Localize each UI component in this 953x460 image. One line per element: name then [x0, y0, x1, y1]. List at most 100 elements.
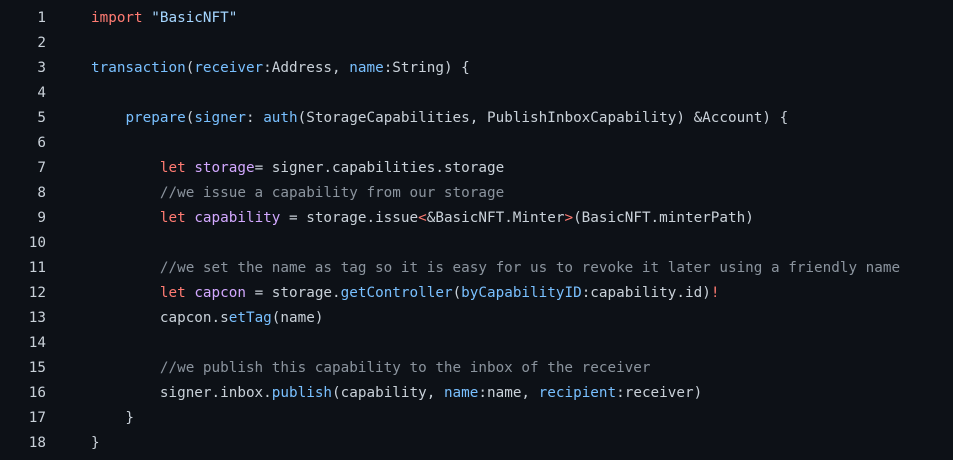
code-token: :Address, [263, 60, 350, 76]
code-token: signer.inbox. [159, 385, 272, 401]
code-token: let [159, 160, 195, 176]
code-token: :String) { [383, 60, 470, 76]
code-token: } [91, 410, 135, 426]
line-number: 11 [28, 260, 46, 276]
code-text: let capability = storage.issue<&BasicNFT… [46, 206, 754, 231]
line-number: 18 [28, 435, 46, 451]
code-text: //we publish this capability to the inbo… [46, 356, 651, 381]
code-token: &BasicNFT.Minter [426, 210, 565, 226]
code-text: transaction(receiver:Address, name:Strin… [46, 56, 470, 81]
line-number: 10 [28, 235, 46, 251]
code-line[interactable]: 18} [0, 431, 953, 456]
code-token: ( [185, 60, 195, 76]
line-number: 8 [37, 185, 46, 201]
code-token: //we publish this capability to the inbo… [159, 360, 651, 376]
code-editor[interactable]: 1 import "BasicNFT" 2 3 transaction(receiver… [0, 0, 953, 460]
code-line[interactable]: 8 //we issue a capability from our stora… [0, 181, 953, 206]
code-line[interactable]: 16 signer.inbox.publish(capability, name… [0, 381, 953, 406]
line-number: 12 [28, 285, 46, 301]
code-line[interactable]: 13 capcon.setTag(name) [0, 306, 953, 331]
code-line[interactable]: 10 [0, 231, 953, 256]
code-text: //we issue a capability from our storage [46, 181, 504, 206]
code-line[interactable]: 12 let capcon = storage.getController(by… [0, 281, 953, 306]
line-number: 4 [37, 85, 46, 101]
code-token: (StorageCapabilities, PublishInboxCapabi… [297, 110, 789, 126]
code-text: let storage= signer.capabilities.storage [46, 156, 504, 181]
line-number: 2 [37, 35, 46, 51]
line-number: 15 [28, 360, 46, 376]
code-line[interactable]: 14 [0, 331, 953, 356]
code-token: > [564, 210, 574, 226]
code-token: capcon.s [159, 310, 229, 326]
code-line[interactable]: 11 //we set the name as tag so it is eas… [0, 256, 953, 281]
code-token: :receiver) [616, 385, 703, 401]
code-token: :capability.id) [581, 285, 711, 301]
code-token: name [443, 385, 479, 401]
code-line[interactable]: 9 let capability = storage.issue<&BasicN… [0, 206, 953, 231]
code-line[interactable]: 7 let storage= signer.capabilities.stora… [0, 156, 953, 181]
code-token: getController [340, 285, 453, 301]
code-token: (name) [271, 310, 324, 326]
code-text: prepare(signer: auth(StorageCapabilities… [46, 106, 788, 131]
code-text: } [46, 431, 100, 456]
code-token: //we issue a capability from our storage [159, 185, 505, 201]
line-number: 17 [28, 410, 46, 426]
code-token: < [418, 210, 427, 226]
code-token: = signer.capabilities.storage [254, 160, 505, 176]
code-token: recipient [538, 385, 617, 401]
line-number: 16 [28, 385, 46, 401]
code-token: let [159, 285, 195, 301]
code-line[interactable]: 1 import "BasicNFT" [0, 6, 953, 31]
code-line[interactable]: 5 prepare(signer: auth(StorageCapabiliti… [0, 106, 953, 131]
code-token: (capability, [332, 385, 444, 401]
code-text: //we set the name as tag so it is easy f… [46, 256, 900, 281]
line-number: 5 [37, 110, 46, 126]
code-token: let [159, 210, 195, 226]
code-line[interactable]: 4 [0, 81, 953, 106]
code-token: //we set the name as tag so it is easy f… [159, 260, 901, 276]
code-line[interactable]: 17 } [0, 406, 953, 431]
code-token: storage [194, 160, 255, 176]
line-number: 3 [37, 60, 46, 76]
code-token: etTag [228, 310, 272, 326]
line-number: 6 [37, 135, 46, 151]
code-token: auth [263, 110, 298, 126]
code-token: } [91, 435, 100, 451]
code-line[interactable]: 3 transaction(receiver:Address, name:Stri… [0, 56, 953, 81]
line-number: 7 [37, 160, 46, 176]
code-text: signer.inbox.publish(capability, name:na… [46, 381, 702, 406]
code-line[interactable]: 6 [0, 131, 953, 156]
code-token: :name, [478, 385, 539, 401]
line-number: 14 [28, 335, 46, 351]
code-text: capcon.setTag(name) [46, 306, 324, 331]
line-number: 1 [37, 10, 46, 26]
code-token: transaction [91, 60, 186, 76]
code-text: let capcon = storage.getController(byCap… [46, 281, 720, 306]
code-line[interactable]: 2 [0, 31, 953, 56]
code-token: capability [194, 210, 281, 226]
code-token: receiver [194, 60, 264, 76]
line-number: 9 [37, 210, 46, 226]
code-token: "BasicNFT" [151, 10, 238, 26]
code-token: signer [194, 110, 246, 126]
code-line[interactable]: 15 //we publish this capability to the i… [0, 356, 953, 381]
code-token: ( [452, 285, 462, 301]
line-number: 13 [28, 310, 46, 326]
code-token: name [349, 60, 384, 76]
code-token: = storage. [245, 285, 341, 301]
code-token: ! [710, 285, 720, 301]
code-token: = storage.issue [280, 210, 419, 226]
